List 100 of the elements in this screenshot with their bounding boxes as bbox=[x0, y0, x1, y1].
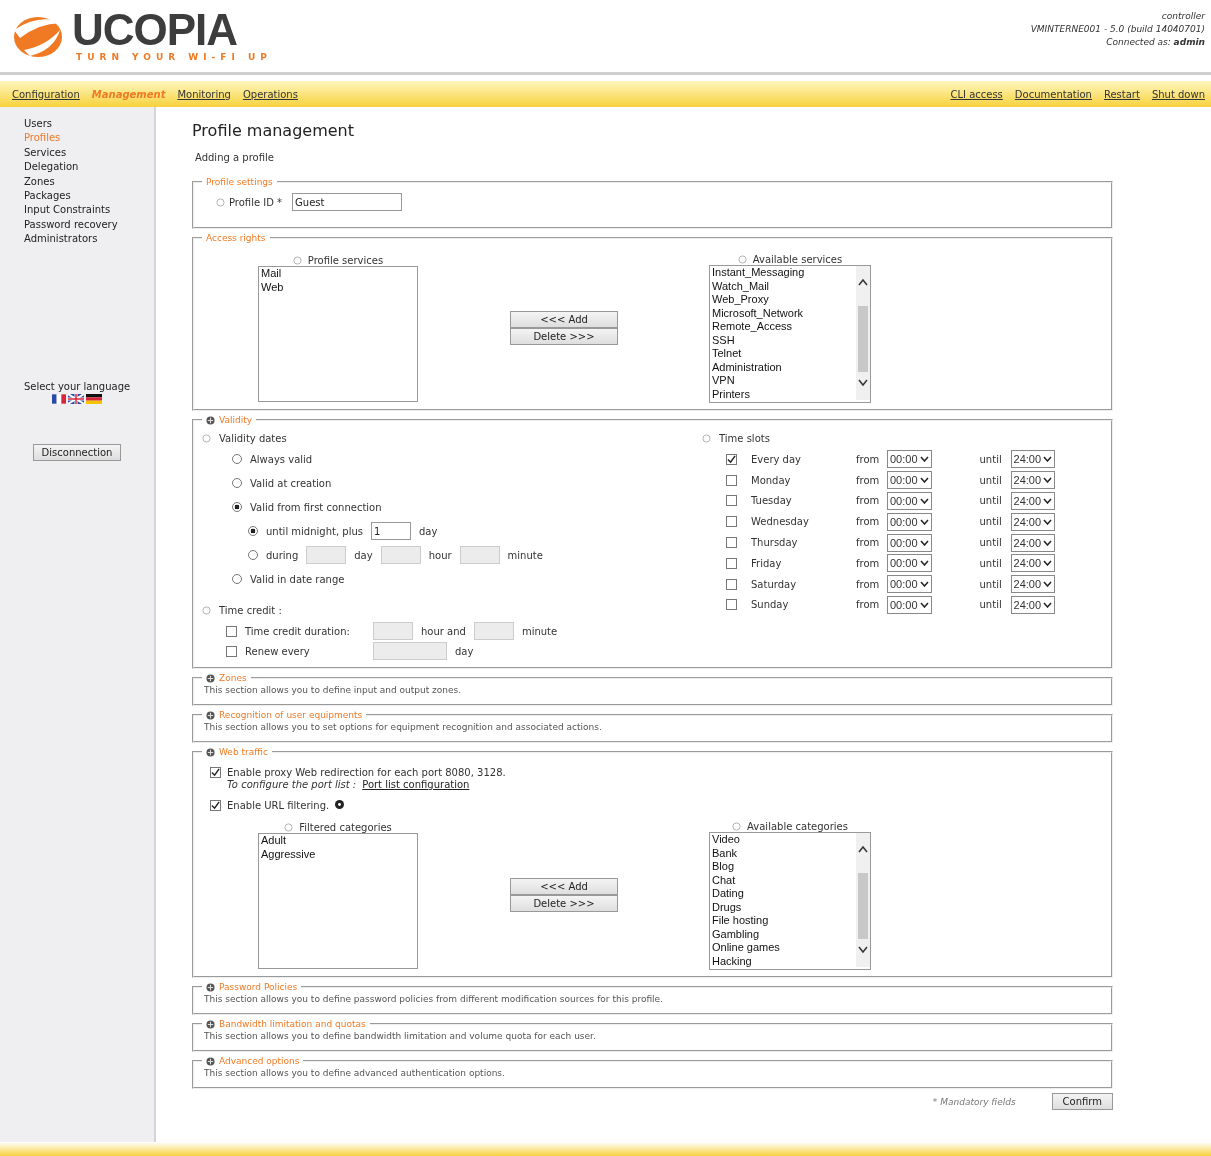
checkbox[interactable] bbox=[726, 495, 737, 507]
list-item[interactable]: Hacking bbox=[712, 954, 856, 968]
time-select[interactable]: 24:00 bbox=[1010, 492, 1056, 510]
checkbox[interactable] bbox=[210, 800, 221, 811]
list-box[interactable]: Video Bank Blog Chat Dating Drugs File hosting Gambling Online games Hacking bbox=[709, 832, 871, 970]
checkbox[interactable] bbox=[726, 516, 737, 528]
help-icon[interactable] bbox=[335, 800, 345, 809]
days-field[interactable]: 1 bbox=[370, 522, 411, 540]
scrollbar[interactable] bbox=[856, 266, 870, 400]
time-select[interactable]: 24:00 bbox=[1010, 595, 1056, 614]
checkbox[interactable] bbox=[726, 599, 737, 611]
duration-field[interactable] bbox=[373, 622, 413, 640]
radio-button[interactable] bbox=[248, 550, 258, 560]
port-list-link[interactable]: Port list configuration bbox=[362, 779, 470, 790]
disconnection-button[interactable]: Disconnection bbox=[32, 443, 122, 461]
radio-button[interactable] bbox=[232, 574, 242, 584]
time-select[interactable]: 00:00 bbox=[887, 450, 932, 469]
time-select[interactable]: 24:00 bbox=[1010, 554, 1056, 573]
list-item[interactable]: Chat bbox=[712, 873, 856, 887]
list-item[interactable]: Mail bbox=[261, 267, 417, 281]
flag-icon[interactable] bbox=[68, 393, 84, 404]
list-item[interactable]: Gambling bbox=[712, 927, 856, 941]
time-select[interactable]: 24:00 bbox=[1010, 512, 1056, 531]
list-item[interactable]: Adult bbox=[261, 834, 417, 848]
time-select[interactable]: 00:00 bbox=[887, 492, 932, 510]
delete-button[interactable]: Delete >>> bbox=[510, 328, 618, 345]
checkbox[interactable] bbox=[726, 474, 737, 486]
sidebar-item[interactable]: Delegation bbox=[24, 160, 154, 175]
time-select[interactable]: 24:00 bbox=[1010, 575, 1056, 594]
duration-field[interactable] bbox=[473, 622, 514, 640]
time-select[interactable]: 24:00 bbox=[1010, 533, 1056, 552]
time-select[interactable]: 00:00 bbox=[887, 533, 932, 552]
menu-tab[interactable]: Configuration bbox=[12, 88, 80, 100]
toggle-icon[interactable] bbox=[206, 415, 215, 425]
list-box[interactable]: Instant_Messaging Watch_Mail Web_Proxy Microsoft_Network Remote_Access SSH Telnet Administration VPN Printers bbox=[709, 265, 871, 403]
list-item[interactable]: Dating bbox=[712, 887, 856, 901]
scrollbar[interactable] bbox=[856, 833, 870, 967]
menu-link[interactable]: CLI access bbox=[950, 88, 1003, 100]
list-item[interactable]: Drugs bbox=[712, 900, 856, 914]
menu-link[interactable]: Shut down bbox=[1151, 88, 1205, 100]
list-item[interactable]: Administration bbox=[712, 360, 856, 374]
checkbox[interactable] bbox=[226, 625, 237, 637]
list-item[interactable]: Watch_Mail bbox=[712, 279, 856, 293]
toggle-icon[interactable] bbox=[206, 1056, 215, 1066]
toggle-icon[interactable] bbox=[206, 747, 215, 757]
list-item[interactable]: Remote_Access bbox=[712, 320, 856, 334]
menu-link[interactable]: Documentation bbox=[1014, 88, 1092, 100]
sidebar-item[interactable]: Packages bbox=[24, 189, 154, 204]
radio-button[interactable] bbox=[232, 478, 242, 488]
toggle-icon[interactable] bbox=[206, 982, 215, 992]
menu-link[interactable]: Restart bbox=[1103, 88, 1140, 100]
list-box[interactable]: Mail Web bbox=[258, 266, 418, 402]
list-item[interactable]: Microsoft_Network bbox=[712, 306, 856, 320]
sidebar-item[interactable]: Input Constraints bbox=[24, 203, 154, 218]
list-item[interactable]: VPN bbox=[712, 374, 856, 388]
time-select[interactable]: 00:00 bbox=[887, 554, 932, 573]
list-item[interactable]: Web bbox=[261, 280, 417, 294]
checkbox[interactable] bbox=[226, 645, 237, 657]
checkbox[interactable] bbox=[726, 578, 737, 590]
flag-icon[interactable] bbox=[52, 393, 66, 404]
time-select[interactable]: 00:00 bbox=[887, 512, 932, 531]
list-item[interactable]: Video bbox=[712, 833, 856, 847]
add-button[interactable]: <<< Add bbox=[510, 878, 618, 895]
list-box[interactable]: Adult Aggressive bbox=[258, 833, 418, 969]
radio-button[interactable] bbox=[232, 454, 242, 464]
delete-button[interactable]: Delete >>> bbox=[510, 895, 618, 912]
time-select[interactable]: 00:00 bbox=[887, 471, 932, 490]
sidebar-item[interactable]: Password recovery bbox=[24, 217, 154, 233]
checkbox[interactable] bbox=[726, 453, 737, 465]
list-item[interactable]: Web_Proxy bbox=[712, 293, 856, 307]
checkbox[interactable] bbox=[726, 557, 737, 569]
list-item[interactable]: Printers bbox=[712, 387, 856, 401]
flag-icon[interactable] bbox=[86, 393, 102, 404]
duration-field[interactable] bbox=[373, 642, 447, 660]
confirm-button[interactable]: Confirm bbox=[1051, 1093, 1113, 1110]
sidebar-item[interactable]: Users bbox=[24, 117, 154, 132]
duration-field[interactable] bbox=[459, 546, 500, 564]
list-item[interactable]: Online games bbox=[712, 941, 856, 955]
menu-tab[interactable]: Operations bbox=[242, 88, 298, 100]
toggle-icon[interactable] bbox=[206, 710, 215, 720]
checkbox[interactable] bbox=[210, 767, 221, 778]
duration-field[interactable] bbox=[380, 546, 421, 564]
menu-tab[interactable]: Monitoring bbox=[177, 88, 231, 100]
list-item[interactable]: Blog bbox=[712, 860, 856, 874]
time-select[interactable]: 00:00 bbox=[887, 575, 932, 594]
time-select[interactable]: 24:00 bbox=[1010, 471, 1056, 490]
list-item[interactable]: Instant_Messaging bbox=[712, 266, 856, 280]
sidebar-item[interactable]: Services bbox=[24, 145, 154, 161]
list-item[interactable]: Aggressive bbox=[261, 847, 417, 861]
toggle-icon[interactable] bbox=[206, 673, 215, 683]
sidebar-item[interactable]: Zones bbox=[24, 174, 154, 190]
duration-field[interactable] bbox=[306, 546, 347, 564]
radio-button[interactable] bbox=[248, 526, 258, 536]
list-item[interactable]: Bank bbox=[712, 846, 856, 860]
radio-button[interactable] bbox=[232, 502, 242, 512]
sidebar-item[interactable]: Administrators bbox=[24, 232, 154, 247]
profile-id-field[interactable]: Guest bbox=[292, 193, 403, 211]
add-button[interactable]: <<< Add bbox=[510, 311, 618, 328]
list-item[interactable]: File hosting bbox=[712, 914, 856, 928]
list-item[interactable]: Telnet bbox=[712, 347, 856, 361]
